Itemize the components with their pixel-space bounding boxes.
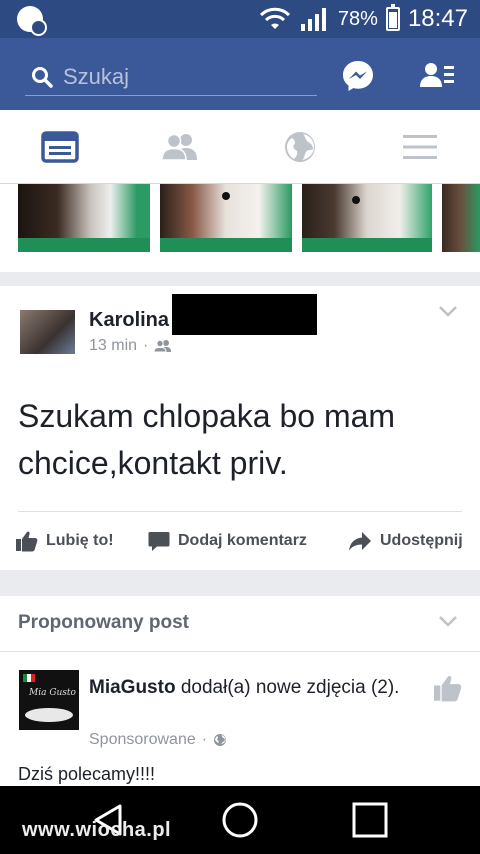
tab-menu[interactable] <box>360 110 480 183</box>
photo-thumbnail[interactable] <box>160 184 292 252</box>
battery-percentage: 78% <box>337 7 378 30</box>
news-feed-icon <box>41 130 79 163</box>
tab-bar <box>0 110 480 184</box>
friends-icon <box>161 133 197 161</box>
like-label: Lubię to! <box>46 532 114 549</box>
suggested-heading: Proponowany post <box>18 612 189 633</box>
page-action-text: dodał(a) nowe zdjęcia (2). <box>180 677 400 698</box>
suggested-options-button[interactable] <box>438 614 458 632</box>
post-time[interactable]: 13 min <box>89 337 137 355</box>
signal-icon <box>300 8 326 31</box>
battery-icon <box>385 4 400 31</box>
photo-thumbnail[interactable] <box>18 184 150 252</box>
tab-news-feed[interactable] <box>0 110 120 183</box>
search-icon <box>32 66 53 88</box>
share-icon <box>349 532 371 551</box>
food-plate-image <box>25 708 73 722</box>
messenger-button[interactable] <box>338 56 378 96</box>
menu-icon <box>403 134 437 159</box>
recents-icon <box>352 802 388 838</box>
messenger-icon <box>343 61 373 91</box>
like-button[interactable]: Lubię to! <box>16 526 114 556</box>
tab-notifications[interactable] <box>240 110 360 183</box>
post-actions: Lubię to! Dodaj komentarz Udostępnij <box>0 526 480 556</box>
post-author[interactable]: Karolina <box>89 309 169 332</box>
wifi-icon <box>259 7 290 29</box>
search-input[interactable] <box>63 63 303 90</box>
logo-script: Mia Gusto <box>29 688 76 698</box>
page-name[interactable]: MiaGusto <box>89 677 176 698</box>
home-icon <box>222 802 258 838</box>
recents-button[interactable] <box>348 800 392 840</box>
divider <box>0 651 480 652</box>
post-text: Szukam chlopaka bo mam chcice,kontakt pr… <box>18 398 396 481</box>
page-like-button[interactable] <box>434 674 462 707</box>
facebook-notification-icon <box>17 6 47 36</box>
photo-thumbnail[interactable] <box>302 184 432 252</box>
thumbs-up-icon <box>16 531 38 552</box>
friend-requests-icon <box>420 63 454 87</box>
suggested-meta: Sponsorowane · <box>89 731 227 749</box>
status-bar: 78% 18:47 <box>0 0 480 38</box>
comment-button[interactable]: Dodaj komentarz <box>148 526 307 556</box>
redaction-box <box>172 294 317 335</box>
meta-separator: · <box>143 337 149 354</box>
friend-requests-button[interactable] <box>418 56 458 96</box>
feed-post: Karolina 13 min · Szukam chlopaka bo mam… <box>0 286 480 570</box>
friends-icon <box>154 339 172 353</box>
page-avatar[interactable]: Mia Gusto <box>19 670 79 730</box>
photo-strip <box>0 184 480 272</box>
top-header <box>0 38 480 110</box>
home-button[interactable] <box>218 800 262 840</box>
globe-icon <box>285 131 315 162</box>
suggested-title: MiaGusto dodał(a) nowe zdjęcia (2). <box>89 674 409 701</box>
post-options-button[interactable] <box>438 304 458 322</box>
suggested-post: Proponowany post Mia Gusto MiaGusto doda… <box>0 596 480 786</box>
divider <box>18 511 462 512</box>
watermark: www.wiocha.pl <box>22 819 172 841</box>
suggested-body: Dziś polecamy!!!! <box>18 764 156 784</box>
sponsored-label: Sponsorowane <box>89 731 196 748</box>
photo-thumbnail[interactable] <box>442 184 480 252</box>
comment-icon <box>148 532 170 551</box>
chevron-down-icon <box>439 306 457 317</box>
clock: 18:47 <box>407 5 468 32</box>
thumbs-up-icon <box>434 676 462 702</box>
search-bar[interactable] <box>25 58 317 96</box>
globe-icon <box>214 734 227 746</box>
italian-flag-icon <box>23 674 35 682</box>
meta-separator: · <box>201 731 208 748</box>
share-button[interactable]: Udostępnij <box>348 526 463 556</box>
comment-label: Dodaj komentarz <box>178 532 307 549</box>
share-label: Udostępnij <box>380 532 463 549</box>
chevron-down-icon <box>439 616 457 627</box>
post-meta: 13 min · <box>89 337 172 355</box>
tab-friends[interactable] <box>120 110 240 183</box>
avatar[interactable] <box>20 310 75 354</box>
